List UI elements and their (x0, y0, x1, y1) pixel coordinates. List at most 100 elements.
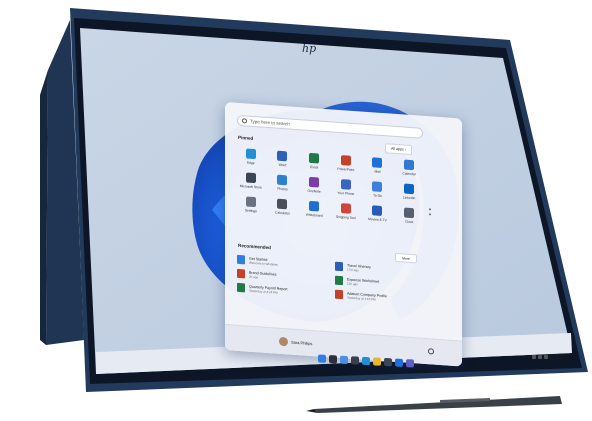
recommended-item[interactable]: Quarterly Payroll Report Yesterday at 4:2… (237, 282, 329, 298)
recommended-item[interactable]: Expense Worksheet 12h ago (335, 275, 427, 291)
pinned-app-label: Mail (374, 169, 381, 174)
more-label: More (402, 255, 410, 261)
pinned-app-label: PowerPoint (337, 166, 355, 173)
recommended-item-time: 2h ago (249, 274, 259, 279)
recommended-item[interactable]: Adatum Company Profile Yesterday at 1:15 … (335, 289, 427, 305)
volume-icon[interactable] (537, 355, 542, 360)
todo-icon (372, 181, 383, 193)
pinned-apps-grid: Edge Word Excel PowerPoint Mail Calendar Micro… (235, 148, 425, 225)
file-icon (335, 261, 343, 272)
pinned-app[interactable]: Whiteboard (298, 200, 330, 218)
taskbar-widgets-icon[interactable] (340, 355, 348, 365)
pinned-app-label: Edge (246, 160, 255, 166)
power-icon[interactable] (428, 348, 434, 355)
recommended-item[interactable]: Travel Itinerary 17m ago (335, 261, 427, 277)
battery-icon[interactable] (543, 355, 548, 360)
file-icon (237, 268, 245, 279)
pinned-app-label: Settings (244, 208, 257, 214)
pinned-app[interactable]: OneNote (298, 176, 330, 194)
snipping-icon (340, 203, 351, 214)
pinned-app-label: Calendar (402, 171, 416, 177)
taskbar-edge-icon[interactable] (362, 356, 370, 366)
pinned-app[interactable]: Clock (393, 207, 425, 225)
all-apps-label: All apps (391, 146, 404, 152)
pinned-app[interactable]: Settings (235, 196, 267, 214)
file-icon (237, 254, 245, 265)
taskbar-store-icon[interactable] (384, 357, 392, 367)
user-name[interactable]: Sara Philips (291, 340, 312, 346)
pinned-app-label: Word (278, 162, 287, 168)
pinned-app[interactable]: PowerPoint (330, 154, 362, 172)
recommended-item-time: 12h ago (347, 281, 358, 286)
all-apps-button[interactable]: All apps › (385, 143, 412, 156)
page-indicator[interactable] (429, 208, 431, 216)
word-icon (277, 150, 288, 162)
linkedin-icon (404, 183, 415, 195)
pinned-app[interactable]: Snipping Tool (330, 202, 362, 220)
pinned-app[interactable]: Photos (267, 174, 299, 192)
file-icon (237, 282, 245, 293)
avatar[interactable] (279, 336, 288, 347)
pinned-app[interactable]: LinkedIn (393, 183, 425, 201)
taskbar-file-explorer-icon[interactable] (373, 357, 381, 366)
pinned-app-label: Whiteboard (305, 212, 323, 218)
pinned-app-label: Clock (405, 219, 414, 225)
recommended-item-time: 17m ago (347, 267, 359, 272)
pinned-app-label: To Do (373, 193, 382, 198)
pinned-app[interactable]: Microsoft Store (235, 172, 267, 190)
pinned-app-label: Snipping Tool (335, 214, 356, 221)
taskbar-search-icon[interactable] (329, 355, 337, 364)
recommended-item-time: Welcome to Windows (249, 260, 278, 267)
pinned-app-label: LinkedIn (402, 195, 416, 201)
calendar-icon (404, 159, 415, 171)
pinned-app-label: Calculator (275, 210, 290, 216)
system-tray: ^ 10:00 AM 10/1/2021 (528, 353, 564, 361)
clock[interactable]: 10:00 AM 10/1/2021 (549, 353, 564, 361)
pinned-app-label: Your Phone (337, 190, 355, 197)
taskbar-mail-icon[interactable] (395, 358, 403, 367)
wifi-icon[interactable] (531, 355, 536, 360)
file-icon (335, 275, 343, 286)
search-placeholder: Type here to search (250, 118, 290, 127)
pinned-app[interactable]: Calendar (393, 159, 425, 177)
pinned-app[interactable]: Movies & TV (362, 205, 394, 223)
taskbar-teams-icon[interactable] (406, 359, 414, 368)
pinned-app-label: Microsoft Store (239, 184, 262, 190)
chevron-up-icon[interactable]: ^ (528, 355, 530, 360)
pinned-app[interactable]: Edge (235, 148, 267, 166)
pinned-app-label: Excel (310, 164, 319, 170)
edge-icon (245, 148, 256, 160)
clock-icon (404, 207, 415, 219)
pinned-app[interactable]: Calculator (267, 198, 299, 216)
pinned-app-label: Photos (277, 186, 288, 192)
settings-icon (245, 196, 256, 208)
stylus-pen (314, 396, 562, 413)
recommended-item[interactable]: Get Started Welcome to Windows (237, 254, 329, 270)
recommended-item[interactable]: Brand Guidelines 2h ago (237, 268, 329, 284)
search-icon (242, 118, 247, 124)
pinned-app[interactable]: Your Phone (330, 178, 362, 196)
search-input[interactable]: Type here to search (237, 114, 423, 139)
chevron-right-icon: › (404, 147, 406, 152)
pinned-app[interactable]: Word (267, 150, 299, 168)
pinned-app[interactable]: Excel (298, 152, 330, 170)
taskbar-start-icon[interactable] (318, 354, 326, 363)
movies-icon (372, 205, 383, 217)
mail-icon (372, 157, 383, 169)
recommended-list: Get Started Welcome to Windows Travel Itin… (237, 254, 427, 305)
start-menu: Type here to search Pinned All apps › Ed… (225, 102, 462, 367)
pinned-app[interactable]: Mail (362, 157, 394, 175)
powerpoint-icon (340, 155, 351, 166)
whiteboard-icon (309, 200, 320, 212)
clock-date: 10/1/2021 (549, 356, 564, 361)
pinned-title: Pinned (238, 134, 254, 141)
taskbar-task-view-icon[interactable] (351, 356, 359, 365)
excel-icon (309, 152, 320, 164)
store-icon (245, 172, 256, 184)
more-button[interactable]: More (395, 252, 417, 264)
pinned-app[interactable]: To Do (362, 181, 394, 199)
photos-icon (277, 174, 288, 186)
onenote-icon (309, 176, 320, 188)
pinned-app-label: OneNote (307, 188, 321, 194)
hp-logo: hp (302, 42, 317, 55)
